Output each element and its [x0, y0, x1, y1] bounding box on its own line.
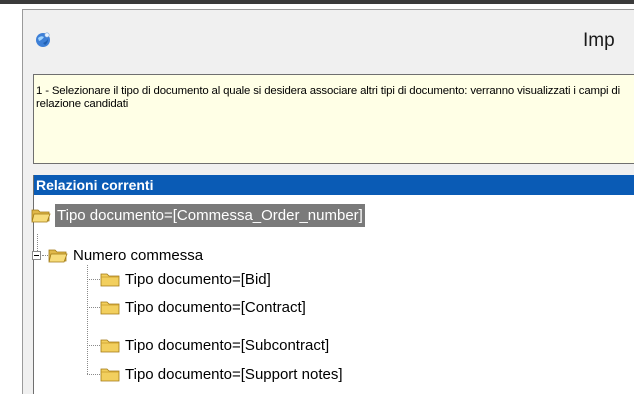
tree-node-child-label: Tipo documento=[Bid] — [125, 270, 271, 288]
tree-connector-child-2 — [87, 307, 100, 308]
tree-node-child-label: Tipo documento=[Subcontract] — [125, 336, 330, 354]
tree-connector-child-4 — [87, 374, 100, 375]
tree-connector-child-3 — [87, 345, 100, 346]
tree-node-root-label: Tipo documento=[Commessa_Order_number] — [55, 203, 365, 227]
window-title: Imp — [583, 30, 615, 51]
tree-node-root[interactable]: Tipo documento=[Commessa_Order_number] — [31, 203, 365, 227]
tree-node-child[interactable]: Tipo documento=[Contract] — [100, 295, 306, 319]
tree-connector-children — [87, 265, 88, 374]
tree-node-child-label: Tipo documento=[Support notes] — [125, 365, 343, 383]
tree-node-child[interactable]: Tipo documento=[Bid] — [100, 267, 271, 291]
collapse-toggle[interactable] — [32, 251, 41, 260]
folder-open-icon — [48, 249, 68, 263]
tree-node-child[interactable]: Tipo documento=[Subcontract] — [100, 333, 329, 357]
title-bar[interactable]: Imp — [23, 10, 634, 66]
relations-panel-header: Relazioni correnti — [34, 175, 634, 195]
tree-connector-child-1 — [87, 279, 100, 280]
tree-node-child[interactable]: Tipo documento=[Support notes] — [100, 362, 343, 386]
folder-icon — [100, 273, 120, 287]
instructions-box: 1 - Selezionare il tipo di documento al … — [33, 74, 634, 164]
tree-connector-root — [37, 234, 38, 251]
tree-node-group[interactable]: Numero commessa — [48, 243, 203, 267]
desktop-top-edge — [0, 0, 634, 9]
folder-open-icon — [31, 209, 51, 223]
tree-node-child-label: Tipo documento=[Contract] — [125, 298, 306, 316]
folder-icon — [100, 368, 120, 382]
tree-node-group-label: Numero commessa — [73, 246, 204, 264]
app-globe-icon — [36, 32, 50, 47]
folder-icon — [100, 301, 120, 315]
dialog-window: Imp 1 - Selezionare il tipo di documento… — [22, 9, 634, 394]
folder-icon — [100, 339, 120, 353]
instructions-text: 1 - Selezionare il tipo di documento al … — [36, 85, 620, 110]
